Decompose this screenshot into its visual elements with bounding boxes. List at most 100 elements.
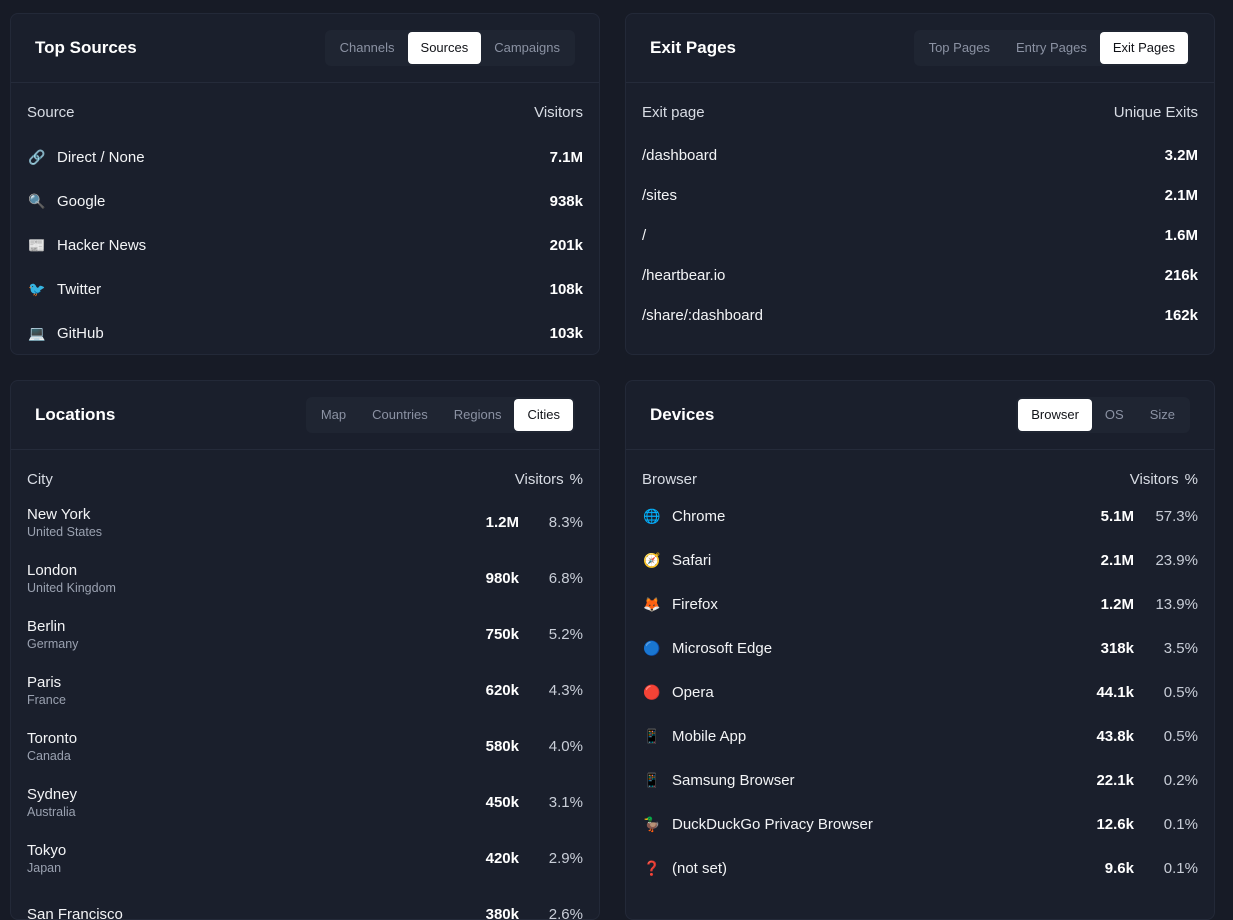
table-row[interactable]: /dashboard 3.2M [642, 135, 1198, 175]
tab-channels[interactable]: Channels [327, 32, 408, 64]
city-name[interactable]: Toronto [27, 730, 77, 747]
table-row[interactable]: BerlinGermany750k5.2% [27, 606, 583, 662]
table-row[interactable]: 📱Mobile App43.8k0.5% [642, 714, 1198, 758]
table-row[interactable]: /heartbear.io216k [642, 255, 1198, 295]
tab-size[interactable]: Size [1137, 399, 1188, 431]
table-row[interactable]: 🔗Direct / None7.1M [27, 135, 583, 179]
column-header-percent[interactable]: % [1185, 471, 1198, 488]
column-header-browser[interactable]: Browser [642, 471, 697, 488]
source-label[interactable]: Hacker News [57, 237, 146, 254]
browser-label[interactable]: Chrome [672, 508, 725, 525]
browser-label[interactable]: Opera [672, 684, 714, 701]
visitors-value: 2.1M [1074, 552, 1134, 569]
row-label-group: 🦆DuckDuckGo Privacy Browser [642, 814, 873, 834]
table-row[interactable]: 💻GitHub103k [27, 311, 583, 355]
tab-regions[interactable]: Regions [441, 399, 515, 431]
browser-label[interactable]: Mobile App [672, 728, 746, 745]
browser-label[interactable]: DuckDuckGo Privacy Browser [672, 816, 873, 833]
value-cells: 9.6k0.1% [1074, 860, 1198, 877]
table-row[interactable]: TokyoJapan420k2.9% [27, 830, 583, 886]
row-label-group: /heartbear.io [642, 267, 725, 284]
page-path[interactable]: /sites [642, 187, 677, 204]
city-name[interactable]: Tokyo [27, 842, 66, 859]
column-header-percent[interactable]: % [570, 471, 583, 488]
unique-exits-value: 3.2M [1165, 147, 1198, 164]
value-cells: 44.1k0.5% [1074, 684, 1198, 701]
tab-map[interactable]: Map [308, 399, 359, 431]
table-row[interactable]: ParisFrance620k4.3% [27, 662, 583, 718]
tab-campaigns[interactable]: Campaigns [481, 32, 573, 64]
tab-exit-pages[interactable]: Exit Pages [1100, 32, 1188, 64]
table-row[interactable]: 🧭Safari2.1M23.9% [642, 538, 1198, 582]
browser-label[interactable]: Firefox [672, 596, 718, 613]
tab-countries[interactable]: Countries [359, 399, 441, 431]
column-header-visitors[interactable]: Visitors [1130, 471, 1179, 488]
percent-value: 3.1% [519, 794, 583, 811]
table-row[interactable]: 🦆DuckDuckGo Privacy Browser12.6k0.1% [642, 802, 1198, 846]
table-row[interactable]: /1.6M [642, 215, 1198, 255]
visitors-value: 318k [1074, 640, 1134, 657]
table-row[interactable]: TorontoCanada580k4.0% [27, 718, 583, 774]
page-path[interactable]: / [642, 227, 646, 244]
column-header-source[interactable]: Source [27, 104, 75, 121]
table-row[interactable]: 🐦Twitter108k [27, 267, 583, 311]
city-name[interactable]: Sydney [27, 786, 77, 803]
column-header-visitors[interactable]: Visitors [515, 471, 564, 488]
table-row[interactable]: 🦊Firefox1.2M13.9% [642, 582, 1198, 626]
source-label[interactable]: Direct / None [57, 149, 145, 166]
tab-entry-pages[interactable]: Entry Pages [1003, 32, 1100, 64]
table-row[interactable]: /sites2.1M [642, 175, 1198, 215]
source-label[interactable]: GitHub [57, 325, 104, 342]
page-path[interactable]: /heartbear.io [642, 267, 725, 284]
mobile-phone-icon: 📱 [642, 770, 662, 790]
top-sources-panel: Top Sources Channels Sources Campaigns S… [10, 13, 600, 355]
tab-os[interactable]: OS [1092, 399, 1137, 431]
row-label-group: 🌐Chrome [642, 506, 725, 526]
browser-label[interactable]: (not set) [672, 860, 727, 877]
top-sources-header: Top Sources Channels Sources Campaigns [11, 14, 599, 83]
city-name[interactable]: Paris [27, 674, 66, 691]
browser-label[interactable]: Microsoft Edge [672, 640, 772, 657]
row-label-group: 🔴Opera [642, 682, 714, 702]
row-label-group: /sites [642, 187, 677, 204]
column-header-exit-page[interactable]: Exit page [642, 104, 705, 121]
row-label-group: 📰Hacker News [27, 235, 146, 255]
column-header-city[interactable]: City [27, 471, 53, 488]
visitors-value: 980k [459, 570, 519, 587]
table-row[interactable]: ❓(not set)9.6k0.1% [642, 846, 1198, 890]
tab-cities[interactable]: Cities [514, 399, 573, 431]
table-row[interactable]: 📱Samsung Browser22.1k0.2% [642, 758, 1198, 802]
tab-sources[interactable]: Sources [408, 32, 482, 64]
city-name[interactable]: Berlin [27, 618, 78, 635]
page-path[interactable]: /dashboard [642, 147, 717, 164]
table-row[interactable]: SydneyAustralia450k3.1% [27, 774, 583, 830]
fox-icon: 🦊 [642, 594, 662, 614]
table-row[interactable]: San Francisco380k2.6% [27, 886, 583, 920]
source-label[interactable]: Google [57, 193, 105, 210]
table-row[interactable]: 📰Hacker News201k [27, 223, 583, 267]
table-row[interactable]: New YorkUnited States1.2M8.3% [27, 494, 583, 550]
column-header-visitors[interactable]: Visitors [534, 104, 583, 121]
table-row[interactable]: /share/:dashboard162k [642, 295, 1198, 335]
table-row[interactable]: 🔴Opera 44.1k0.5% [642, 670, 1198, 714]
source-label[interactable]: Twitter [57, 281, 101, 298]
locations-panel: Locations Map Countries Regions Cities C… [10, 380, 600, 920]
city-name[interactable]: New York [27, 506, 102, 523]
city-name[interactable]: London [27, 562, 116, 579]
city-cell: TokyoJapan [27, 842, 66, 875]
table-row[interactable]: LondonUnited Kingdom980k6.8% [27, 550, 583, 606]
browser-label[interactable]: Safari [672, 552, 711, 569]
column-header-unique-exits[interactable]: Unique Exits [1114, 104, 1198, 121]
page-path[interactable]: /share/:dashboard [642, 307, 763, 324]
value-cells: 580k4.0% [459, 738, 583, 755]
table-row[interactable]: 🔍Google938k [27, 179, 583, 223]
row-label-group: 💻GitHub [27, 323, 104, 343]
table-row[interactable]: 🔵Microsoft Edge318k3.5% [642, 626, 1198, 670]
browser-label[interactable]: Samsung Browser [672, 772, 795, 789]
tab-browser[interactable]: Browser [1018, 399, 1092, 431]
row-label-group: / [642, 227, 646, 244]
table-row[interactable]: 🌐Chrome5.1M57.3% [642, 494, 1198, 538]
tab-top-pages[interactable]: Top Pages [916, 32, 1003, 64]
panel-title: Top Sources [35, 38, 137, 58]
visitors-value: 420k [459, 850, 519, 867]
